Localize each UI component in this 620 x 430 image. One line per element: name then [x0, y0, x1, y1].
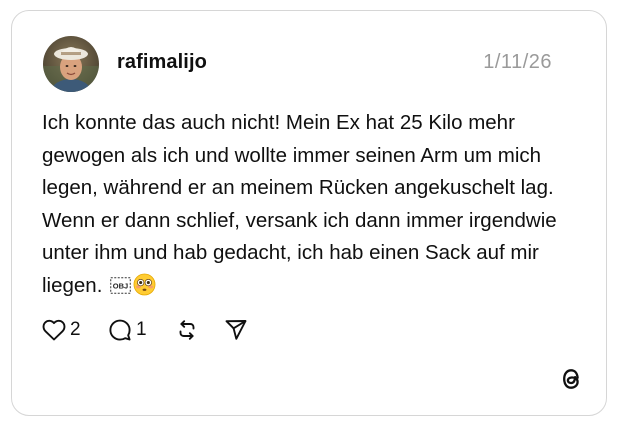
reply-count: 1 — [136, 319, 147, 340]
post-date: 1/11/26 — [483, 51, 552, 73]
object-glyph-label: OBJ — [113, 282, 128, 291]
repost-button[interactable] — [175, 315, 199, 345]
post-text: Ich konnte das auch nicht! Mein Ex hat 2… — [42, 107, 582, 303]
send-icon — [225, 320, 247, 340]
comment-bubble-icon — [109, 319, 131, 341]
repost-icon — [179, 320, 195, 340]
object-replacement-glyph: OBJ — [110, 277, 131, 294]
like-count: 2 — [70, 319, 81, 340]
like-button[interactable]: 2 — [42, 315, 81, 345]
heart-icon — [42, 319, 66, 341]
avatar[interactable] — [43, 36, 99, 92]
post-body-text: Ich konnte das auch nicht! Mein Ex hat 2… — [42, 111, 557, 297]
post-card: rafimalijo 1/11/26 Ich konnte das auch n… — [11, 10, 607, 416]
reply-button[interactable]: 1 — [108, 315, 147, 345]
threads-logo[interactable] — [558, 365, 584, 393]
username[interactable]: rafimalijo — [117, 51, 207, 74]
share-button[interactable] — [224, 315, 248, 345]
flushed-face-emoji-icon — [133, 273, 156, 296]
